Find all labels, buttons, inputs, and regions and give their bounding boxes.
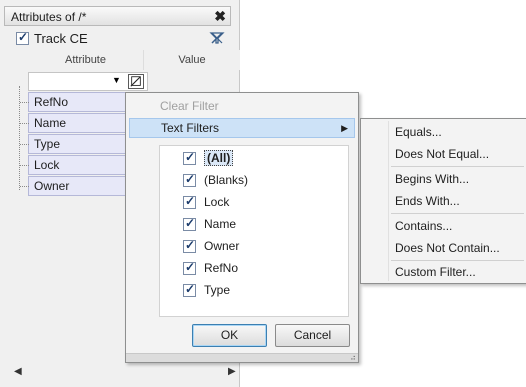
- dropdown-arrow-icon[interactable]: ▼: [112, 75, 121, 85]
- track-ce-toggle[interactable]: Track CE: [16, 30, 88, 46]
- panel-title: Attributes of /*: [11, 10, 87, 24]
- checkbox[interactable]: [183, 172, 196, 187]
- attribute-filter-cell[interactable]: ▼: [28, 72, 148, 91]
- filter-clear-icon[interactable]: [209, 30, 225, 46]
- menu-divider: [391, 166, 524, 167]
- scroll-left-icon[interactable]: ◀: [14, 366, 22, 377]
- table-row[interactable]: Owner: [20, 176, 126, 196]
- horizontal-scrollbar[interactable]: ◀ ▶: [8, 365, 236, 381]
- submenu-item-does-not-equal[interactable]: Does Not Equal...: [395, 144, 489, 164]
- submenu-arrow-icon: ▶: [341, 123, 348, 133]
- menu-item-text-filters[interactable]: Text Filters ▶: [129, 118, 355, 138]
- list-item-label: RefNo: [204, 261, 239, 275]
- list-item[interactable]: (All): [183, 149, 234, 167]
- submenu-item-does-not-contain[interactable]: Does Not Contain...: [395, 238, 500, 258]
- track-ce-checkbox[interactable]: [16, 30, 29, 45]
- checkbox[interactable]: [183, 260, 196, 275]
- filter-button-icon[interactable]: [128, 74, 144, 89]
- list-item-label: Type: [204, 283, 231, 297]
- text-filters-submenu: Equals... Does Not Equal... Begins With.…: [360, 118, 526, 284]
- list-item-label: (Blanks): [204, 173, 249, 187]
- menu-item-label: Text Filters: [161, 121, 220, 135]
- close-icon[interactable]: ✖: [214, 8, 226, 25]
- table-row[interactable]: Name: [20, 113, 126, 133]
- list-item[interactable]: Lock: [183, 193, 229, 211]
- ok-button[interactable]: OK: [192, 324, 267, 347]
- list-item-label: Owner: [204, 239, 240, 253]
- table-row[interactable]: Type: [20, 134, 126, 154]
- track-ce-label: Track CE: [34, 30, 88, 46]
- submenu-item-contains[interactable]: Contains...: [395, 216, 452, 236]
- checkbox[interactable]: [183, 216, 196, 231]
- menu-divider: [391, 213, 524, 214]
- resize-grip-icon: ⠴: [350, 353, 356, 362]
- table-row[interactable]: Lock: [20, 155, 126, 175]
- resize-grip[interactable]: ⠴: [126, 353, 358, 362]
- submenu-item-custom-filter[interactable]: Custom Filter...: [395, 262, 476, 282]
- list-item[interactable]: Name: [183, 215, 236, 233]
- checkbox[interactable]: [183, 194, 196, 209]
- list-item-label: (All): [204, 150, 234, 166]
- cancel-button[interactable]: Cancel: [275, 324, 350, 347]
- menu-item-clear-filter[interactable]: Clear Filter: [129, 96, 355, 116]
- table-row[interactable]: RefNo: [20, 92, 126, 112]
- menu-divider: [391, 260, 524, 261]
- filter-dropdown: Clear Filter Text Filters ▶ (All) (Blank…: [125, 92, 359, 363]
- checkbox[interactable]: [183, 150, 196, 165]
- list-item-label: Name: [204, 217, 237, 231]
- checkbox[interactable]: [183, 238, 196, 253]
- checkbox[interactable]: [183, 282, 196, 297]
- value-checklist: (All) (Blanks) Lock Name Owner RefNo Typ…: [159, 145, 349, 317]
- list-item[interactable]: Owner: [183, 237, 239, 255]
- column-header-value[interactable]: Value: [144, 50, 240, 70]
- scroll-right-icon[interactable]: ▶: [228, 366, 236, 377]
- list-item[interactable]: Type: [183, 281, 230, 299]
- list-item[interactable]: RefNo: [183, 259, 238, 277]
- column-header-attribute[interactable]: Attribute: [28, 50, 144, 70]
- panel-header: Attributes of /* ✖: [4, 6, 231, 26]
- submenu-item-equals[interactable]: Equals...: [395, 122, 442, 142]
- list-item-label: Lock: [204, 195, 230, 209]
- submenu-item-ends-with[interactable]: Ends With...: [395, 191, 460, 211]
- submenu-item-begins-with[interactable]: Begins With...: [395, 169, 469, 189]
- list-item[interactable]: (Blanks): [183, 171, 248, 189]
